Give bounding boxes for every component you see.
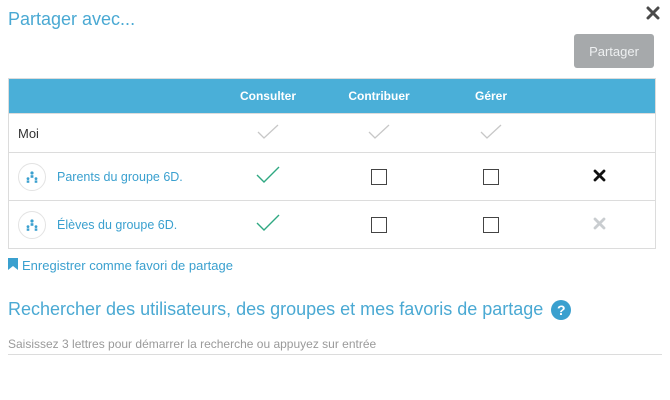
- column-header-name: [8, 78, 217, 114]
- contribute-checkbox[interactable]: [371, 216, 387, 233]
- manage-checkbox[interactable]: [483, 216, 499, 233]
- group-name-link[interactable]: Élèves du groupe 6D.: [57, 218, 177, 232]
- save-favorite-link[interactable]: Enregistrer comme favori de partage: [8, 258, 233, 273]
- share-button[interactable]: Partager: [574, 34, 654, 68]
- dialog-title: Partager avec...: [8, 9, 136, 29]
- permissions-table: Consulter Contribuer Gérer Moi Parents d…: [8, 78, 656, 249]
- contribute-checkbox[interactable]: [371, 168, 387, 185]
- consult-check-icon[interactable]: [256, 214, 280, 235]
- group-icon: [18, 210, 46, 239]
- check-icon-locked: [368, 124, 390, 143]
- save-favorite-label: Enregistrer comme favori de partage: [22, 258, 233, 273]
- group-name-link[interactable]: Parents du groupe 6D.: [57, 170, 183, 184]
- search-input[interactable]: [8, 334, 662, 355]
- column-header-remove: [543, 78, 656, 114]
- row-name: Moi: [18, 125, 39, 141]
- search-title-text: Rechercher des utilisateurs, des groupes…: [8, 299, 544, 319]
- search-section-title: Rechercher des utilisateurs, des groupes…: [8, 299, 572, 320]
- check-icon-locked: [480, 124, 502, 143]
- table-header-row: Consulter Contribuer Gérer: [8, 78, 656, 114]
- column-header-consult: Consulter: [217, 78, 319, 114]
- remove-icon-disabled: [593, 217, 606, 233]
- column-header-manage: Gérer: [439, 78, 543, 114]
- manage-checkbox[interactable]: [483, 168, 499, 185]
- bookmark-icon: [8, 258, 22, 273]
- table-row: Élèves du groupe 6D.: [8, 200, 656, 249]
- table-row: Moi: [8, 113, 656, 153]
- close-icon[interactable]: [644, 4, 662, 22]
- table-row: Parents du groupe 6D.: [8, 152, 656, 201]
- column-header-contribute: Contribuer: [319, 78, 439, 114]
- remove-icon[interactable]: [593, 169, 606, 185]
- group-icon: [18, 162, 46, 191]
- consult-check-icon[interactable]: [256, 166, 280, 187]
- check-icon-locked: [257, 124, 279, 143]
- help-icon[interactable]: ?: [551, 299, 572, 320]
